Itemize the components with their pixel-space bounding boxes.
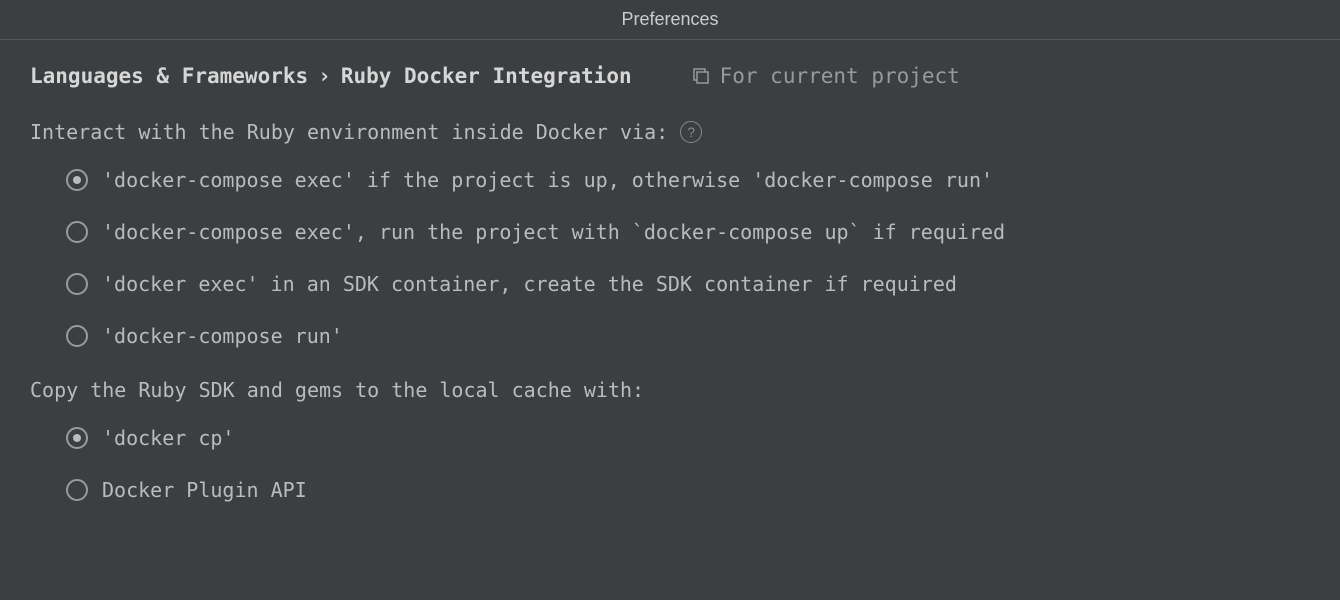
radio-option-docker-cp[interactable]: 'docker cp'	[66, 426, 1310, 450]
content-area: Languages & Frameworks › Ruby Docker Int…	[0, 40, 1340, 556]
radio-button[interactable]	[66, 221, 88, 243]
radio-label: Docker Plugin API	[102, 478, 307, 502]
radio-label: 'docker-compose run'	[102, 324, 343, 348]
radio-label: 'docker-compose exec' if the project is …	[102, 168, 993, 192]
section-copy-label: Copy the Ruby SDK and gems to the local …	[30, 378, 1310, 402]
help-icon[interactable]: ?	[680, 121, 702, 143]
radio-label: 'docker exec' in an SDK container, creat…	[102, 272, 957, 296]
radio-group-interact: 'docker-compose exec' if the project is …	[66, 168, 1310, 348]
radio-option-exec-up[interactable]: 'docker-compose exec', run the project w…	[66, 220, 1310, 244]
radio-option-docker-exec-sdk[interactable]: 'docker exec' in an SDK container, creat…	[66, 272, 1310, 296]
radio-label: 'docker cp'	[102, 426, 234, 450]
radio-button[interactable]	[66, 325, 88, 347]
radio-option-compose-run[interactable]: 'docker-compose run'	[66, 324, 1310, 348]
breadcrumb-current: Ruby Docker Integration	[341, 64, 632, 88]
scope-icon	[692, 67, 710, 85]
breadcrumb-parent[interactable]: Languages & Frameworks	[30, 64, 308, 88]
breadcrumb-separator: ›	[318, 64, 331, 88]
radio-group-copy: 'docker cp' Docker Plugin API	[66, 426, 1310, 502]
radio-button[interactable]	[66, 427, 88, 449]
window-titlebar: Preferences	[0, 0, 1340, 40]
breadcrumb-row: Languages & Frameworks › Ruby Docker Int…	[30, 64, 1310, 88]
radio-button[interactable]	[66, 273, 88, 295]
radio-label: 'docker-compose exec', run the project w…	[102, 220, 1005, 244]
window-title: Preferences	[621, 9, 718, 30]
radio-button[interactable]	[66, 169, 88, 191]
radio-option-exec-fallback-run[interactable]: 'docker-compose exec' if the project is …	[66, 168, 1310, 192]
scope-label-text: For current project	[720, 64, 960, 88]
radio-button[interactable]	[66, 479, 88, 501]
section-interact-label: Interact with the Ruby environment insid…	[30, 120, 1310, 144]
radio-option-plugin-api[interactable]: Docker Plugin API	[66, 478, 1310, 502]
scope-indicator: For current project	[692, 64, 960, 88]
